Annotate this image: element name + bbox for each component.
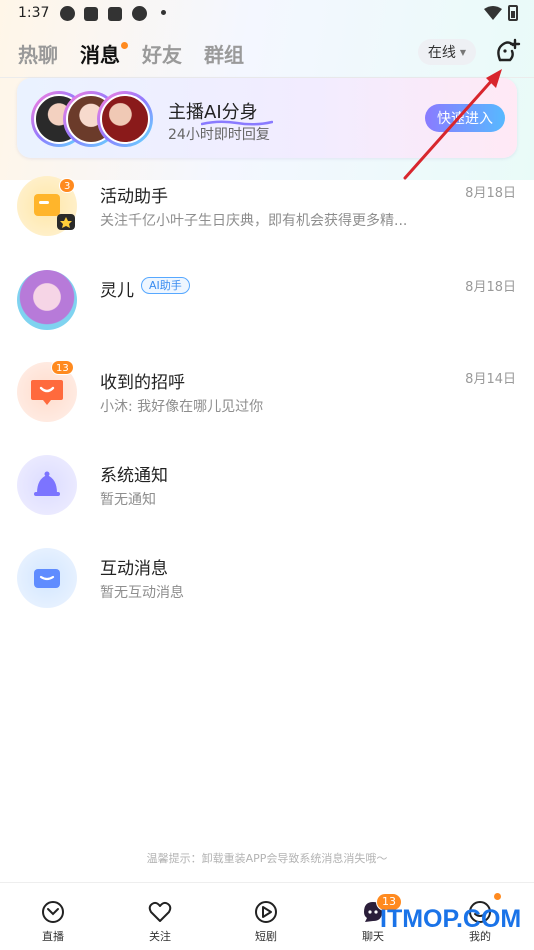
quick-enter-button[interactable]: 快速进入 <box>425 104 505 132</box>
list-item-system-notice[interactable]: 系统通知 暂无通知 <box>0 455 534 547</box>
unread-badge: 13 <box>51 360 74 375</box>
item-name: 灵儿 <box>100 281 134 301</box>
nav-label: 短剧 <box>255 930 277 943</box>
battery-icon <box>508 5 518 21</box>
status-time: 1:37 <box>18 5 50 21</box>
chevron-down-icon: ▼ <box>459 47 467 57</box>
tab-groups[interactable]: 群组 <box>204 40 244 70</box>
nav-label: 直播 <box>42 930 64 943</box>
list-item-greetings[interactable]: 13 收到的招呼 8月14日 小沐: 我好像在哪儿见过你 <box>0 360 534 454</box>
tab-hot-chat[interactable]: 热聊 <box>18 40 58 70</box>
tab-messages[interactable]: 消息 <box>80 40 128 70</box>
app-notification-icon <box>84 7 98 21</box>
tab-friends[interactable]: 好友 <box>142 40 182 70</box>
item-name: 系统通知 <box>100 466 168 486</box>
item-date: 8月18日 <box>465 280 516 295</box>
ai-avatar-banner[interactable]: 主播AI分身 24小时即时回复 快速进入 <box>17 78 517 158</box>
item-name: 互动消息 <box>100 559 168 579</box>
item-preview: 关注千亿小叶子生日庆典，即有机会获得更多精... <box>100 213 408 229</box>
list-item-interaction[interactable]: 互动消息 暂无互动消息 <box>0 548 534 640</box>
add-friend-icon[interactable] <box>492 36 522 66</box>
nav-label: 关注 <box>149 930 171 943</box>
item-date: 8月18日 <box>465 186 516 201</box>
unread-dot <box>121 42 128 49</box>
live-icon <box>42 901 64 923</box>
bell-icon <box>34 471 60 496</box>
nav-follow[interactable]: 关注 <box>130 899 190 944</box>
wifi-icon <box>484 6 502 20</box>
list-item-linger[interactable]: 灵儿 AI助手 8月18日 <box>0 270 534 362</box>
item-name: 收到的招呼 <box>100 373 185 393</box>
item-preview: 暂无通知 <box>100 492 156 508</box>
app-notification-icon <box>108 7 122 21</box>
list-item-activity-assistant[interactable]: 3 活动助手 8月18日 关注千亿小叶子生日庆典，即有机会获得更多精... <box>0 176 534 268</box>
more-notifications-icon <box>161 10 166 15</box>
play-icon <box>255 901 277 923</box>
item-name: 活动助手 <box>100 187 168 207</box>
item-date: 8月14日 <box>465 372 516 387</box>
status-bar: 1:37 <box>0 0 534 28</box>
message-tabs: 热聊 消息 好友 群组 <box>18 36 244 70</box>
avatar <box>17 270 77 330</box>
unread-dot <box>494 893 501 900</box>
app-notification-icon <box>60 6 75 21</box>
online-status-label: 在线 <box>427 45 456 61</box>
heart-icon <box>148 901 172 922</box>
nav-short-drama[interactable]: 短剧 <box>236 899 296 944</box>
avatar <box>17 455 77 515</box>
ai-assistant-tag: AI助手 <box>141 277 190 294</box>
item-preview: 小沐: 我好像在哪儿见过你 <box>100 399 264 415</box>
avatar <box>17 548 77 608</box>
online-status-select[interactable]: 在线 ▼ <box>418 39 476 65</box>
watermark: ITMOP.COM <box>380 905 522 933</box>
banner-subtitle: 24小时即时回复 <box>168 127 270 143</box>
footer-tip: 温馨提示：卸载重装APP会导致系统消息消失哦～ <box>146 852 388 865</box>
nav-live[interactable]: 直播 <box>23 899 83 944</box>
message-box-icon <box>34 569 60 588</box>
avatar <box>97 91 153 147</box>
item-preview: 暂无互动消息 <box>100 585 184 601</box>
app-notification-icon <box>132 6 147 21</box>
